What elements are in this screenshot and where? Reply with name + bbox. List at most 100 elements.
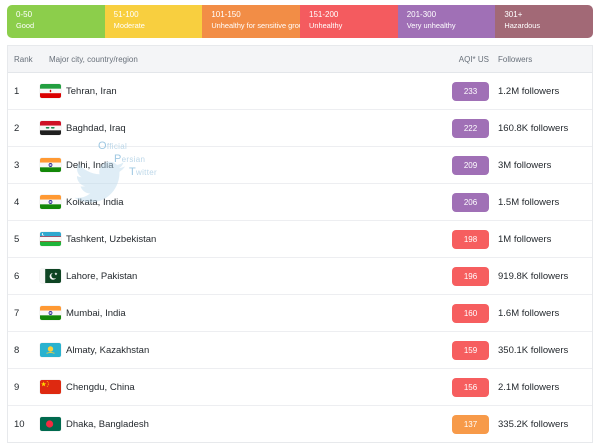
- table-row[interactable]: 1 Tehran, Iran 233 1.2M followers: [8, 73, 592, 110]
- city-cell[interactable]: Delhi, India: [40, 158, 436, 172]
- aqi-cell: 206: [436, 193, 496, 212]
- legend-range: 301+: [504, 9, 589, 20]
- city-name[interactable]: Chengdu, China: [66, 382, 135, 393]
- legend-segment-hazardous: 301+Hazardous: [495, 5, 593, 38]
- aqi-cell: 196: [436, 267, 496, 286]
- india-flag-icon: [40, 158, 61, 172]
- city-name[interactable]: Kolkata, India: [66, 197, 124, 208]
- rank-cell: 5: [8, 234, 40, 245]
- china-flag-icon: [40, 380, 61, 394]
- rank-cell: 1: [8, 86, 40, 97]
- table-row[interactable]: 2 Baghdad, Iraq 222 160.8K followers: [8, 110, 592, 147]
- aqi-cell: 160: [436, 304, 496, 323]
- city-name[interactable]: Mumbai, India: [66, 308, 126, 319]
- rank-cell: 2: [8, 123, 40, 134]
- legend-range: 201-300: [407, 9, 492, 20]
- aqi-badge: 209: [452, 156, 489, 175]
- rank-cell: 7: [8, 308, 40, 319]
- aqi-badge: 198: [452, 230, 489, 249]
- india-flag-icon: [40, 306, 61, 320]
- column-header-rank: Rank: [8, 55, 40, 64]
- aqi-badge: 206: [452, 193, 489, 212]
- followers-cell: 335.2K followers: [496, 419, 592, 430]
- city-name[interactable]: Tashkent, Uzbekistan: [66, 234, 156, 245]
- column-header-aqi: AQI* US: [436, 55, 496, 64]
- followers-cell: 1.6M followers: [496, 308, 592, 319]
- followers-cell: 919.8K followers: [496, 271, 592, 282]
- followers-cell: 3M followers: [496, 160, 592, 171]
- table-body: 1 Tehran, Iran 233 1.2M followers 2 Baghdad, …: [8, 73, 592, 442]
- aqi-badge: 156: [452, 378, 489, 397]
- aqi-badge: 160: [452, 304, 489, 323]
- column-header-followers: Followers: [496, 55, 592, 64]
- table-row[interactable]: 4 Kolkata, India 206 1.5M followers: [8, 184, 592, 221]
- city-name[interactable]: Tehran, Iran: [66, 86, 117, 97]
- city-cell[interactable]: Almaty, Kazakhstan: [40, 343, 436, 357]
- rank-cell: 6: [8, 271, 40, 282]
- legend-range: 0-50: [16, 9, 101, 20]
- aqi-badge: 222: [452, 119, 489, 138]
- aqi-cell: 159: [436, 341, 496, 360]
- table-row[interactable]: 10 Dhaka, Bangladesh 137 335.2K followers: [8, 406, 592, 442]
- rank-cell: 10: [8, 419, 40, 430]
- city-cell[interactable]: Baghdad, Iraq: [40, 121, 436, 135]
- legend-range: 101-150: [211, 9, 296, 20]
- table-row[interactable]: 7 Mumbai, India 160 1.6M followers: [8, 295, 592, 332]
- kazakhstan-flag-icon: [40, 343, 61, 357]
- city-cell[interactable]: Chengdu, China: [40, 380, 436, 394]
- aqi-legend: 0-50Good51-100Moderate101-150Unhealthy f…: [7, 5, 593, 38]
- table-row[interactable]: 3 Delhi, India 209 3M followers: [8, 147, 592, 184]
- city-cell[interactable]: Mumbai, India: [40, 306, 436, 320]
- legend-range: 151-200: [309, 9, 394, 20]
- followers-cell: 160.8K followers: [496, 123, 592, 134]
- followers-cell: 1M followers: [496, 234, 592, 245]
- rank-cell: 8: [8, 345, 40, 356]
- city-name[interactable]: Lahore, Pakistan: [66, 271, 137, 282]
- legend-label: Unhealthy for sensitive groups: [211, 20, 296, 31]
- table-row[interactable]: 8Almaty, Kazakhstan159350.1K followers: [8, 332, 592, 369]
- aqi-badge: 159: [452, 341, 489, 360]
- legend-segment-very-unhealthy: 201-300Very unhealthy: [398, 5, 496, 38]
- table-row[interactable]: 5 Tashkent, Uzbekistan 198 1M followers: [8, 221, 592, 258]
- legend-label: Unhealthy: [309, 20, 394, 31]
- legend-segment-unhealthy: 151-200Unhealthy: [300, 5, 398, 38]
- city-cell[interactable]: Dhaka, Bangladesh: [40, 417, 436, 431]
- followers-cell: 2.1M followers: [496, 382, 592, 393]
- uzbekistan-flag-icon: [40, 232, 61, 246]
- legend-range: 51-100: [114, 9, 199, 20]
- iran-flag-icon: [40, 84, 61, 98]
- rank-cell: 3: [8, 160, 40, 171]
- city-name[interactable]: Baghdad, Iraq: [66, 123, 126, 134]
- followers-cell: 1.5M followers: [496, 197, 592, 208]
- table-row[interactable]: 9Chengdu, China1562.1M followers: [8, 369, 592, 406]
- legend-label: Very unhealthy: [407, 20, 492, 31]
- city-name[interactable]: Dhaka, Bangladesh: [66, 419, 149, 430]
- pakistan-flag-icon: [40, 269, 61, 283]
- city-name[interactable]: Delhi, India: [66, 160, 114, 171]
- city-cell[interactable]: Lahore, Pakistan: [40, 269, 436, 283]
- aqi-cell: 156: [436, 378, 496, 397]
- legend-label: Good: [16, 20, 101, 31]
- table-header-row: Rank Major city, country/region AQI* US …: [8, 46, 592, 73]
- legend-segment-unhealthy-for-sensitive-groups: 101-150Unhealthy for sensitive groups: [202, 5, 300, 38]
- city-cell[interactable]: Tashkent, Uzbekistan: [40, 232, 436, 246]
- iraq-flag-icon: [40, 121, 61, 135]
- aqi-cell: 137: [436, 415, 496, 434]
- legend-label: Hazardous: [504, 20, 589, 31]
- aqi-badge: 233: [452, 82, 489, 101]
- aqi-cell: 222: [436, 119, 496, 138]
- city-name[interactable]: Almaty, Kazakhstan: [66, 345, 149, 356]
- city-cell[interactable]: Kolkata, India: [40, 195, 436, 209]
- table-row[interactable]: 6 Lahore, Pakistan 196 919.8K followers: [8, 258, 592, 295]
- legend-label: Moderate: [114, 20, 199, 31]
- aqi-cell: 233: [436, 82, 496, 101]
- column-header-city: Major city, country/region: [40, 55, 436, 64]
- rank-cell: 4: [8, 197, 40, 208]
- legend-segment-moderate: 51-100Moderate: [105, 5, 203, 38]
- india-flag-icon: [40, 195, 61, 209]
- aqi-badge: 137: [452, 415, 489, 434]
- city-cell[interactable]: Tehran, Iran: [40, 84, 436, 98]
- aqi-badge: 196: [452, 267, 489, 286]
- aqi-cell: 209: [436, 156, 496, 175]
- followers-cell: 1.2M followers: [496, 86, 592, 97]
